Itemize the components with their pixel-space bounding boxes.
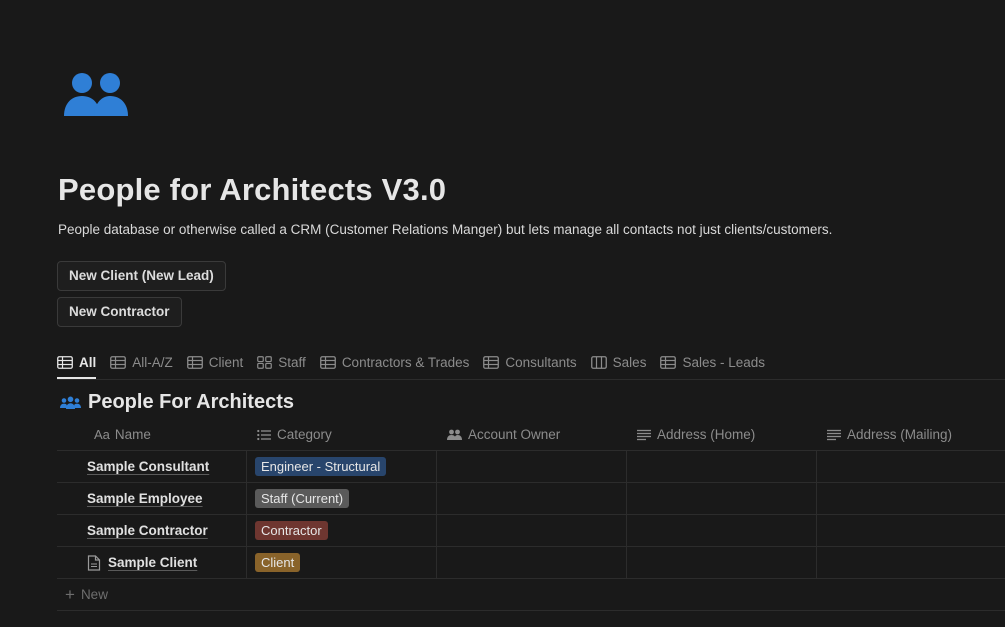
column-label: Account Owner xyxy=(468,427,561,442)
address-mailing-cell[interactable] xyxy=(816,547,1005,578)
page-description[interactable]: People database or otherwise called a CR… xyxy=(58,222,832,237)
category-tag: Staff (Current) xyxy=(255,489,350,508)
column-header-account-owner[interactable]: Account Owner xyxy=(436,419,626,450)
address-home-cell[interactable] xyxy=(626,483,816,514)
tab-label: All-A/Z xyxy=(132,354,173,370)
tab-label: Staff xyxy=(278,354,306,370)
tab-contractors-trades[interactable]: Contractors & Trades xyxy=(319,348,470,376)
column-label: Category xyxy=(277,427,332,442)
address-mailing-cell[interactable] xyxy=(816,515,1005,546)
column-label: Address (Home) xyxy=(657,427,756,442)
column-header-category[interactable]: Category xyxy=(246,419,436,450)
name-cell[interactable]: Sample Client xyxy=(57,547,246,578)
name-cell[interactable]: Sample Employee xyxy=(57,483,246,514)
table-row[interactable]: Sample Contractor Contractor xyxy=(57,515,1005,547)
board-icon xyxy=(590,355,607,369)
table-row[interactable]: Sample Consultant Engineer - Structural xyxy=(57,451,1005,483)
tab-sales-leads[interactable]: Sales - Leads xyxy=(660,348,765,376)
database-title[interactable]: People For Architects xyxy=(60,391,294,414)
category-tag: Contractor xyxy=(255,521,328,540)
notion-page: People for Architects V3.0 People databa… xyxy=(0,0,1005,627)
document-icon xyxy=(87,554,101,571)
account-owner-cell[interactable] xyxy=(436,547,626,578)
category-cell[interactable]: Contractor xyxy=(246,515,436,546)
row-name[interactable]: Sample Employee xyxy=(87,491,203,506)
column-label: Address (Mailing) xyxy=(847,427,953,442)
view-tabs: All All-A/Z Client Staff Contractors & T… xyxy=(57,348,1005,380)
database-title-text: People For Architects xyxy=(88,391,294,413)
address-home-cell[interactable] xyxy=(626,547,816,578)
table-icon xyxy=(186,355,203,369)
account-owner-cell[interactable] xyxy=(436,483,626,514)
account-owner-cell[interactable] xyxy=(436,515,626,546)
table-icon xyxy=(483,355,500,369)
table-header-row: Aa Name Category Account Owner Address (… xyxy=(57,419,1005,451)
plus-icon: + xyxy=(65,584,75,604)
table-icon xyxy=(660,355,677,369)
tab-sales[interactable]: Sales xyxy=(590,348,647,376)
tab-staff[interactable]: Staff xyxy=(257,348,306,376)
table-icon xyxy=(319,355,336,369)
tab-label: Sales xyxy=(612,354,647,370)
table-icon xyxy=(110,355,127,369)
tab-client[interactable]: Client xyxy=(186,348,244,376)
people-icon[interactable] xyxy=(62,70,132,118)
tab-label: Contractors & Trades xyxy=(341,354,470,370)
category-cell[interactable]: Staff (Current) xyxy=(246,483,436,514)
row-name[interactable]: Sample Client xyxy=(108,555,197,570)
tab-label: All xyxy=(79,354,97,370)
column-label: Name xyxy=(114,427,151,442)
column-header-address-home[interactable]: Address (Home) xyxy=(626,419,816,450)
category-cell[interactable]: Client xyxy=(246,547,436,578)
person-icon xyxy=(447,429,462,440)
text-lines-icon xyxy=(637,429,651,440)
text-property-icon: Aa xyxy=(94,427,110,442)
column-header-address-mailing[interactable]: Address (Mailing) xyxy=(816,419,1005,450)
tab-consultants[interactable]: Consultants xyxy=(483,348,577,376)
row-name[interactable]: Sample Consultant xyxy=(87,459,209,474)
people-icon xyxy=(60,396,81,409)
tab-all-a-z[interactable]: All-A/Z xyxy=(110,348,173,376)
new-client-button[interactable]: New Client (New Lead) xyxy=(57,261,226,291)
text-lines-icon xyxy=(827,429,841,440)
category-tag: Client xyxy=(255,553,301,572)
page-title[interactable]: People for Architects V3.0 xyxy=(58,172,446,208)
gallery-icon xyxy=(257,355,273,369)
category-tag: Engineer - Structural xyxy=(255,457,387,476)
address-home-cell[interactable] xyxy=(626,451,816,482)
name-cell[interactable]: Sample Contractor xyxy=(57,515,246,546)
row-name[interactable]: Sample Contractor xyxy=(87,523,208,538)
address-mailing-cell[interactable] xyxy=(816,451,1005,482)
tab-label: Consultants xyxy=(505,354,577,370)
name-cell[interactable]: Sample Consultant xyxy=(57,451,246,482)
new-contractor-button[interactable]: New Contractor xyxy=(57,297,182,327)
address-home-cell[interactable] xyxy=(626,515,816,546)
table-icon xyxy=(57,355,73,369)
list-icon xyxy=(257,429,271,440)
tab-all[interactable]: All xyxy=(57,348,97,379)
new-row-label: New xyxy=(80,587,108,602)
tab-label: Sales - Leads xyxy=(682,354,766,370)
new-row-button[interactable]: + New xyxy=(57,579,1005,611)
address-mailing-cell[interactable] xyxy=(816,483,1005,514)
column-header-name[interactable]: Aa Name xyxy=(57,419,246,450)
category-cell[interactable]: Engineer - Structural xyxy=(246,451,436,482)
table-row[interactable]: Sample Client Client xyxy=(57,547,1005,579)
database-table: Aa Name Category Account Owner Address (… xyxy=(57,419,1005,611)
table-row[interactable]: Sample Employee Staff (Current) xyxy=(57,483,1005,515)
tab-label: Client xyxy=(208,354,244,370)
account-owner-cell[interactable] xyxy=(436,451,626,482)
